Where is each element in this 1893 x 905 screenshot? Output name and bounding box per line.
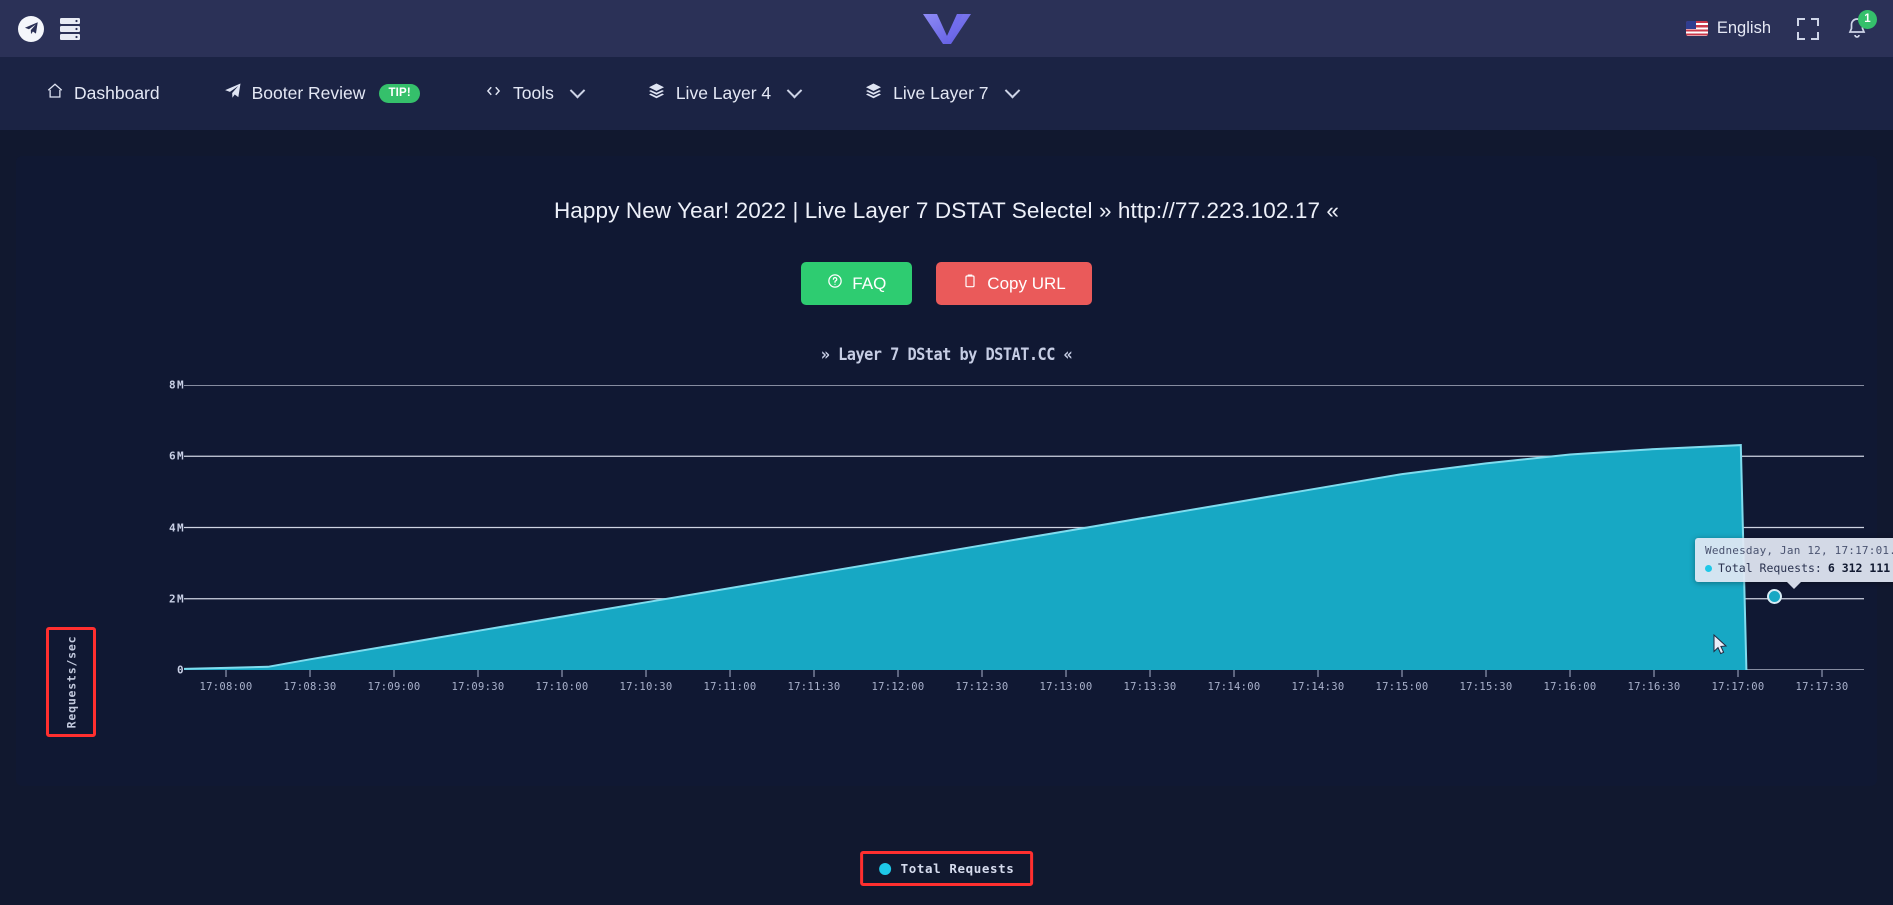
brand-v-logo[interactable]: [921, 12, 973, 46]
x-tick-label: 17:15:30: [1460, 670, 1513, 693]
nav-item-live-layer-4[interactable]: Live Layer 4: [641, 82, 806, 105]
mouse-cursor: [1713, 633, 1728, 660]
x-tick-label: 17:13:00: [1040, 670, 1093, 693]
copy-url-button[interactable]: Copy URL: [936, 262, 1092, 305]
header-right-controls: English 1: [1685, 0, 1877, 57]
header-left-icons: [18, 15, 82, 42]
nav-label-booter-review: Booter Review: [251, 83, 366, 103]
x-tick-label: 17:14:30: [1292, 670, 1345, 693]
code-brackets-icon: [484, 82, 503, 105]
x-tick-label: 17:17:00: [1712, 670, 1765, 693]
layers-icon: [864, 82, 883, 105]
x-tick-label: 17:15:00: [1376, 670, 1429, 693]
notification-badge: 1: [1858, 9, 1877, 29]
y-tick-label: 8M: [168, 378, 185, 392]
x-tick-label: 17:10:00: [536, 670, 589, 693]
x-tick-label: 17:12:30: [956, 670, 1009, 693]
y-tick-label: 6M: [168, 449, 185, 463]
nav-item-booter-review[interactable]: Booter Review TIP!: [218, 82, 426, 105]
nav-badge-tip: TIP!: [379, 84, 420, 103]
area-fill: [184, 445, 1747, 670]
nav-label-dashboard: Dashboard: [74, 83, 160, 103]
y-tick-label: 4M: [168, 521, 185, 534]
nav-label-live-layer-7: Live Layer 7: [893, 83, 989, 103]
nav-item-dashboard[interactable]: Dashboard: [40, 82, 166, 105]
nav-label-tools: Tools: [512, 83, 554, 103]
nav-item-tools[interactable]: Tools: [478, 82, 589, 105]
nav-item-live-layer-7[interactable]: Live Layer 7: [858, 82, 1023, 105]
x-tick-label: 17:16:30: [1628, 670, 1681, 693]
tooltip-color-dot: [1705, 564, 1712, 572]
us-flag-icon: [1685, 21, 1708, 36]
x-tick-label: 17:08:30: [284, 670, 337, 693]
dstat-panel: Happy New Year! 2022 | Live Layer 7 DSTA…: [16, 156, 1893, 886]
main-navigation: Dashboard Booter Review TIP! Tools Live …: [0, 57, 1893, 130]
layers-icon: [647, 82, 666, 105]
top-header-bar: English 1: [0, 0, 1893, 57]
y-axis-label-highlight: Requests/sec: [46, 627, 96, 737]
paper-plane-icon: [224, 82, 242, 105]
x-tick-label: 17:11:30: [788, 670, 841, 693]
paper-plane-icon[interactable]: [18, 15, 44, 42]
x-tick-label: 17:17:30: [1796, 670, 1849, 693]
x-tick-label: 17:09:30: [452, 670, 505, 693]
tooltip-value: 6 312 111: [1827, 561, 1891, 575]
y-tick-label: 2M: [168, 592, 185, 606]
chevron-down-icon: [786, 82, 803, 99]
tooltip-series-row: Total Requests: 6 312 111: [1705, 561, 1893, 575]
language-selector[interactable]: English: [1685, 19, 1771, 38]
chart-tooltip: Wednesday, Jan 12, 17:17:01.012 Total Re…: [1695, 538, 1893, 589]
fullscreen-icon[interactable]: [1797, 17, 1819, 40]
x-tick-label: 17:09:00: [368, 670, 421, 693]
tooltip-series-label: Total Requests:: [1718, 561, 1822, 575]
legend-highlight: Total Requests: [859, 851, 1034, 886]
legend-item-total-requests[interactable]: Total Requests: [901, 861, 1015, 876]
chart-subtitle: » Layer 7 DStat by DSTAT.CC «: [820, 345, 1073, 365]
x-tick-label: 17:12:00: [872, 670, 925, 693]
chevron-down-icon: [569, 82, 586, 99]
bell-icon[interactable]: 1: [1845, 9, 1877, 42]
page-title: Happy New Year! 2022 | Live Layer 7 DSTA…: [553, 198, 1340, 223]
tooltip-arrow: [1787, 582, 1801, 589]
action-button-row: FAQ Copy URL: [16, 262, 1877, 305]
language-label: English: [1716, 19, 1771, 37]
server-stack-icon[interactable]: [58, 16, 82, 42]
x-tick-label: 17:10:30: [620, 670, 673, 693]
x-tick-label: 17:14:00: [1208, 670, 1261, 693]
home-icon: [46, 82, 64, 105]
chart-plot-area[interactable]: [184, 385, 1864, 670]
question-circle-icon: [827, 273, 843, 294]
copy-url-button-label: Copy URL: [987, 273, 1066, 293]
y-axis-label: Requests/sec: [64, 635, 78, 729]
x-tick-label: 17:08:00: [200, 670, 253, 693]
x-tick-label: 17:11:00: [704, 670, 757, 693]
clipboard-icon: [962, 273, 978, 294]
chevron-down-icon: [1004, 82, 1020, 99]
x-axis-ticks: 17:08:00 17:08:30 17:09:00 17:09:30 17:10:00…: [184, 670, 1864, 700]
nav-label-live-layer-4: Live Layer 4: [675, 83, 772, 103]
chart-hover-point: [1767, 589, 1782, 604]
faq-button-label: FAQ: [852, 273, 887, 293]
chart-container[interactable]: 0 2M 4M 6M 8M 17:08:00 17:08:30 17:09:00 17:09:…: [16, 377, 1877, 737]
x-tick-label: 17:13:30: [1124, 670, 1177, 693]
faq-button[interactable]: FAQ: [801, 262, 913, 305]
tooltip-timestamp: Wednesday, Jan 12, 17:17:01.012: [1705, 544, 1893, 557]
x-tick-label: 17:16:00: [1544, 670, 1597, 693]
legend-color-dot: [878, 862, 891, 875]
